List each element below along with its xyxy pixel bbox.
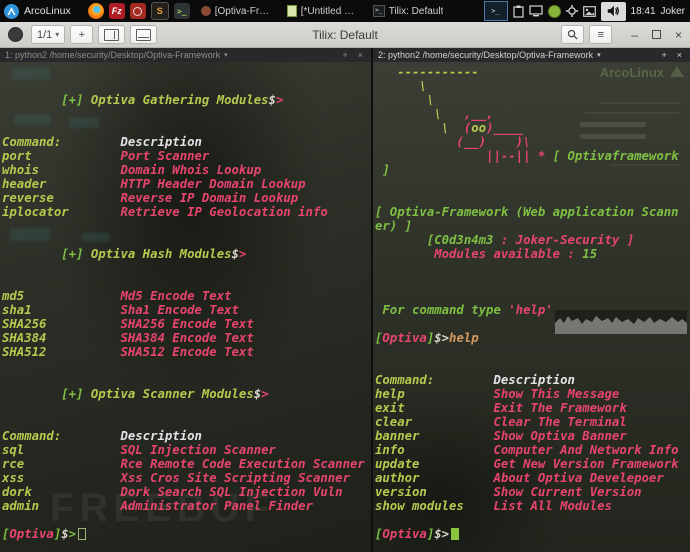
search-button[interactable] bbox=[561, 25, 585, 44]
arcolinux-logo-icon bbox=[4, 3, 19, 19]
maximize-button[interactable] bbox=[651, 30, 661, 39]
terminal-1[interactable]: FREEBUF [+] Optiva Gathering Modules$> C… bbox=[0, 62, 371, 552]
tilix-titlebar: 1/1 ▾ + Tilix: Default ≡ – × bbox=[0, 22, 690, 48]
close-button[interactable]: × bbox=[675, 29, 682, 41]
pane-2-close-button[interactable]: × bbox=[674, 50, 685, 60]
minimize-button[interactable]: – bbox=[631, 29, 638, 41]
sublime-text-icon[interactable]: S bbox=[150, 2, 169, 20]
document-window-icon bbox=[286, 5, 297, 17]
terminal-panes: 1: python2 /home/security/Desktop/Optiva… bbox=[0, 48, 690, 552]
split-right-button[interactable] bbox=[98, 25, 126, 44]
tilix-tray-icon[interactable]: >_ bbox=[483, 1, 508, 21]
split-right-icon bbox=[104, 28, 120, 41]
taskbar-window-optiva[interactable]: [Optiva-Framework/... bbox=[198, 5, 278, 18]
gear-icon[interactable] bbox=[565, 5, 578, 17]
chevron-down-icon: ▾ bbox=[55, 30, 60, 39]
pane-2-header[interactable]: 2: python2 /home/security/Desktop/Optiva… bbox=[373, 48, 690, 62]
pane-2-add-button[interactable]: + bbox=[658, 50, 669, 60]
pane-1-close-button[interactable]: × bbox=[355, 50, 366, 60]
hamburger-menu-button[interactable]: ≡ bbox=[589, 25, 613, 44]
optiva-window-icon bbox=[200, 6, 211, 16]
pane-1-header[interactable]: 1: python2 /home/security/Desktop/Optiva… bbox=[0, 48, 371, 62]
desktop: ArcoLinux Fz S >_ [Optiva-Framework/... … bbox=[0, 0, 690, 552]
screen-recorder-icon[interactable] bbox=[129, 3, 146, 19]
volume-icon[interactable] bbox=[600, 1, 626, 21]
tilix-window: 1/1 ▾ + Tilix: Default ≡ – × 1: python2 … bbox=[0, 22, 690, 552]
terminal-1-output: [+] Optiva Gathering Modules$> Command: … bbox=[2, 93, 365, 541]
window-list: [Optiva-Framework/... [*Untitled Documen… bbox=[198, 4, 447, 18]
display-icon[interactable] bbox=[528, 5, 543, 17]
launcher-label: ArcoLinux bbox=[24, 5, 71, 17]
clock[interactable]: 18:41 bbox=[631, 6, 656, 17]
firefox-icon[interactable] bbox=[87, 3, 104, 19]
new-session-button[interactable]: + bbox=[70, 25, 94, 44]
pane-2-title: 2: python2 /home/security/Desktop/Optiva… bbox=[378, 50, 594, 60]
split-down-button[interactable] bbox=[130, 25, 158, 44]
window-title: Tilix: Default bbox=[312, 27, 378, 42]
split-down-icon bbox=[136, 28, 152, 41]
terminal-pane-2: 2: python2 /home/security/Desktop/Optiva… bbox=[373, 48, 690, 552]
username-label: Joker bbox=[660, 5, 685, 17]
terminal-pane-1: 1: python2 /home/security/Desktop/Optiva… bbox=[0, 48, 371, 552]
system-tray: >_ 18:41 Joker bbox=[483, 1, 690, 21]
pane-1-title: 1: python2 /home/security/Desktop/Optiva… bbox=[5, 50, 221, 60]
terminal-2-output: ----------- \ \ \ ,__, \ (oo)____ (__) )… bbox=[375, 65, 679, 541]
taskbar: ArcoLinux Fz S >_ [Optiva-Framework/... … bbox=[0, 0, 690, 22]
tilix-window-icon: >_ bbox=[372, 5, 385, 17]
clipboard-icon[interactable] bbox=[512, 5, 524, 18]
terminal-launcher-icon[interactable]: >_ bbox=[173, 3, 190, 19]
session-switcher-button[interactable]: 1/1 ▾ bbox=[31, 25, 66, 44]
search-icon bbox=[568, 29, 578, 40]
app-menu-icon[interactable] bbox=[8, 27, 23, 42]
terminal-2[interactable]: ArcoLinux ----------- \ \ \ ,__, \ (oo)_… bbox=[373, 62, 690, 552]
taskbar-window-tilix[interactable]: >_ Tilix: Default bbox=[370, 4, 447, 18]
pane-2-dropdown-icon[interactable]: ▾ bbox=[597, 51, 601, 59]
pane-1-add-button[interactable]: + bbox=[339, 50, 350, 60]
updates-icon[interactable] bbox=[547, 4, 561, 18]
filezilla-icon[interactable]: Fz bbox=[108, 3, 125, 19]
arcolinux-menu[interactable]: ArcoLinux bbox=[4, 3, 83, 19]
image-tray-icon[interactable] bbox=[582, 5, 596, 17]
taskbar-window-document[interactable]: [*Untitled Document ... bbox=[284, 4, 364, 18]
pane-1-dropdown-icon[interactable]: ▾ bbox=[224, 51, 228, 59]
